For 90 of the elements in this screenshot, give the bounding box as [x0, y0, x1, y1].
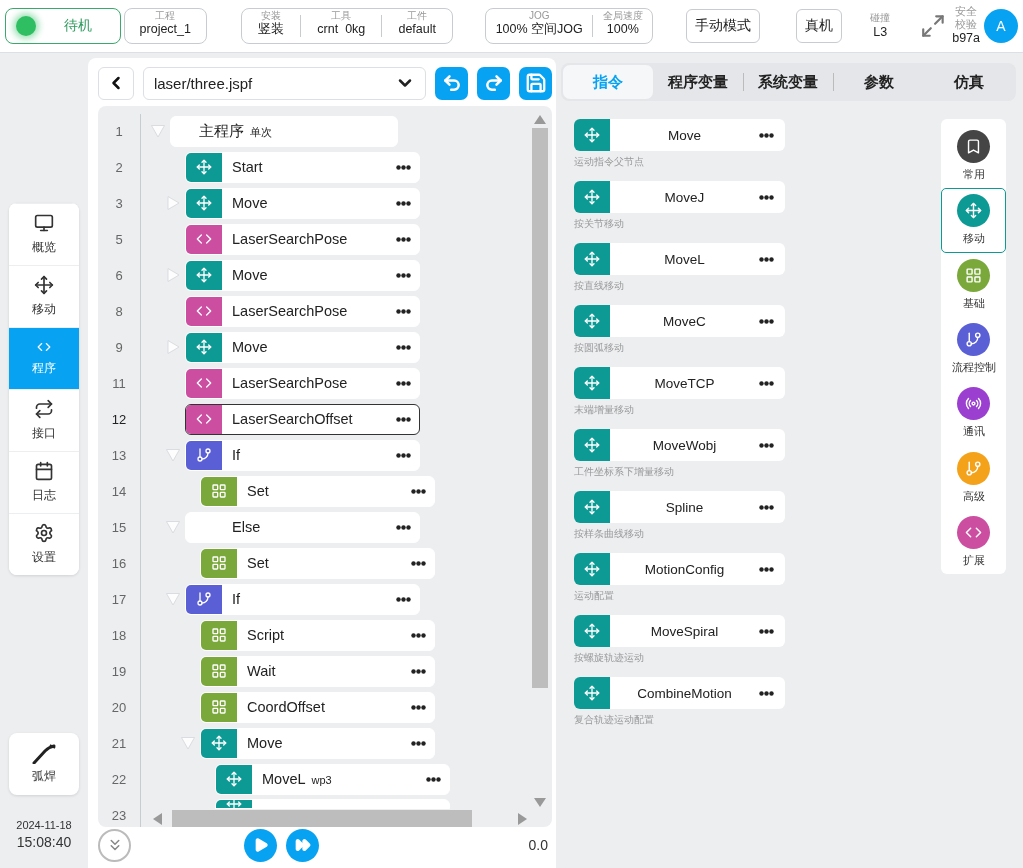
command-card[interactable]: MoveSpiral — [574, 615, 785, 647]
line-number: 5 — [114, 231, 124, 247]
command-card[interactable]: Move — [574, 119, 785, 151]
category-item[interactable]: 高级 — [941, 445, 1006, 510]
category-item[interactable]: 移动 — [941, 188, 1006, 253]
nav-item[interactable]: 移动 — [9, 265, 79, 327]
command-description: 工件坐标系下增量移动 — [574, 465, 675, 479]
program-node[interactable]: Move — [185, 187, 420, 219]
tab[interactable]: 参数 — [834, 65, 925, 99]
line-number: 9 — [114, 339, 124, 355]
program-node[interactable]: Wait — [200, 655, 435, 687]
command-card[interactable]: MoveC — [574, 305, 785, 337]
program-node[interactable]: LaserSearchPose — [185, 223, 420, 255]
command-description: 复合轨迹运动配置 — [574, 713, 655, 727]
nav-item[interactable]: 概览 — [9, 203, 79, 265]
collision-label: 碰撞 — [870, 11, 891, 25]
speed-value: 0.0 — [528, 837, 549, 853]
nav-item[interactable]: 接口 — [9, 389, 79, 451]
program-node[interactable]: If — [185, 439, 420, 471]
machine-button[interactable]: 真机 — [796, 9, 843, 43]
program-node[interactable]: LaserSearchPose — [185, 367, 420, 399]
line-number: 17 — [110, 591, 128, 607]
program-node[interactable]: Move — [200, 727, 435, 759]
line-number: 15 — [110, 519, 128, 535]
line-number: 16 — [110, 555, 128, 571]
file-select[interactable]: laser/three.jspf — [142, 66, 427, 100]
line-number: 21 — [110, 735, 128, 751]
date-text: 2024-11-18 — [16, 819, 72, 831]
category-item[interactable]: 流程控制 — [941, 316, 1006, 382]
category-item[interactable]: 扩展 — [941, 509, 1006, 574]
line-number: 6 — [114, 267, 124, 283]
welding-button[interactable]: 弧焊 — [9, 733, 79, 795]
line-number: 13 — [110, 447, 128, 463]
project-box[interactable]: 工程 project_1 — [123, 8, 208, 44]
safety-value: b97a — [952, 30, 980, 47]
line-number: 23 — [110, 807, 128, 823]
command-card[interactable]: MoveL — [574, 243, 785, 275]
nav-item[interactable]: 设置 — [9, 513, 79, 575]
line-number: 18 — [110, 627, 128, 643]
program-node[interactable]: LaserSearchPose — [185, 295, 420, 327]
command-description: 运动配置 — [574, 589, 615, 603]
line-number: 11 — [111, 375, 127, 391]
program-node[interactable]: CoordOffset — [200, 691, 435, 723]
program-node[interactable]: If — [185, 583, 420, 615]
command-description: 按螺旋轨迹运动 — [574, 651, 645, 665]
category-item[interactable]: 基础 — [941, 252, 1006, 317]
command-card[interactable]: MoveWobj — [574, 429, 785, 461]
line-number: 1 — [114, 123, 124, 139]
program-node[interactable]: Move — [185, 259, 420, 291]
nav-item[interactable]: 日志 — [9, 451, 79, 513]
line-number: 12 — [110, 411, 128, 427]
command-card[interactable]: CombineMotion — [574, 677, 785, 709]
status-indicator: 待机 — [5, 8, 121, 44]
program-node[interactable]: MoveL wp3 — [215, 763, 450, 795]
command-card[interactable]: Spline — [574, 491, 785, 523]
line-number: 19 — [110, 663, 128, 679]
command-card[interactable]: MoveJ — [574, 181, 785, 213]
mode-button[interactable]: 手动模式 — [686, 9, 761, 43]
program-node[interactable]: LaserSearchOffset — [185, 403, 420, 435]
jog-box[interactable]: JOG 100% 空间JOG 全局速度 100% — [485, 8, 654, 44]
command-description: 末端增量移动 — [574, 403, 635, 417]
safety-label: 安全校验 — [954, 5, 979, 31]
tab[interactable]: 仿真 — [924, 65, 1014, 99]
line-number: 8 — [114, 303, 124, 319]
command-card[interactable]: MotionConfig — [574, 553, 785, 585]
command-description: 按样条曲线移动 — [574, 527, 645, 541]
command-description: 按圆弧移动 — [574, 341, 625, 355]
command-card[interactable]: MoveTCP — [574, 367, 785, 399]
program-node[interactable]: Set — [200, 475, 435, 507]
time-text: 15:08:40 — [16, 834, 72, 850]
line-number: 22 — [110, 771, 128, 787]
program-node[interactable]: Script — [200, 619, 435, 651]
category-item[interactable]: 通讯 — [941, 381, 1006, 446]
program-node[interactable]: Start — [185, 151, 420, 183]
line-number: 2 — [114, 159, 124, 175]
install-box[interactable]: 安装 竖装 工具 crnt 0kg 工件 default — [241, 8, 454, 44]
program-node[interactable]: Set — [200, 547, 435, 579]
program-node[interactable]: Move — [185, 331, 420, 363]
line-number: 20 — [110, 699, 128, 715]
tab[interactable]: 程序变量 — [652, 65, 743, 99]
program-node[interactable]: 主程序 单次 — [170, 115, 398, 147]
command-description: 运动指令父节点 — [574, 155, 645, 169]
program-node[interactable]: Else — [185, 511, 420, 543]
line-number: 14 — [110, 483, 128, 499]
command-description: 按关节移动 — [574, 217, 625, 231]
line-number: 3 — [114, 195, 124, 211]
collision-value: L3 — [873, 24, 888, 41]
command-description: 按直线移动 — [574, 279, 625, 293]
category-item[interactable]: 常用 — [941, 124, 1006, 189]
tab[interactable]: 系统变量 — [743, 65, 834, 99]
